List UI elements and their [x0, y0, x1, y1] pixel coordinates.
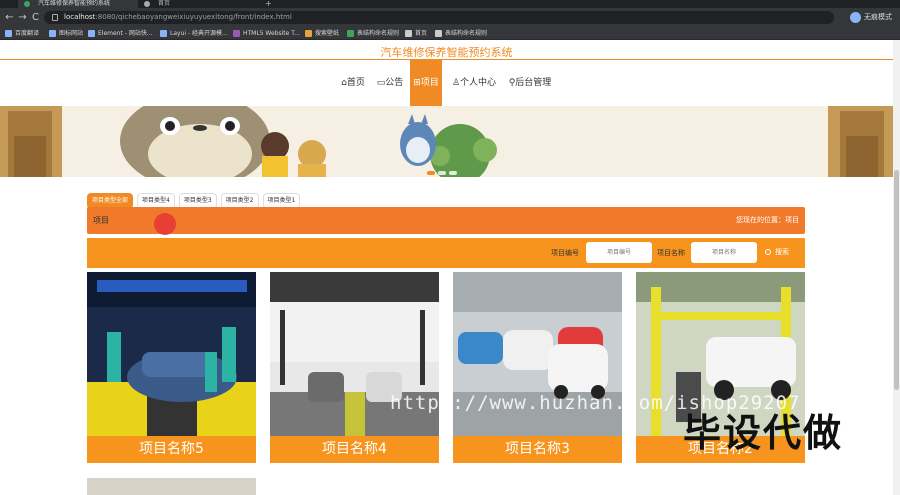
carousel-dots: [427, 160, 460, 177]
bookmark-label: 表结构命名规则: [357, 30, 400, 37]
info-icon: [52, 14, 58, 21]
section-title: 项目: [93, 216, 109, 225]
globe-icon: [144, 1, 150, 7]
bookmark-icon: [347, 30, 354, 37]
project-card[interactable]: [87, 478, 256, 495]
bookmark-label: 首页: [415, 30, 428, 37]
search-button[interactable]: 搜索: [763, 242, 789, 263]
bookmark-item[interactable]: 表结构命名规则: [347, 27, 399, 40]
nav-user-center[interactable]: ♙个人中心: [448, 60, 500, 106]
address-bar-row: ← → C localhost:8080/qichebaoyangweixiuy…: [0, 8, 900, 27]
mouse-cursor-highlight: [154, 213, 176, 235]
project-card[interactable]: 项目名称5: [87, 272, 256, 463]
nav-projects[interactable]: ⊞项目: [410, 60, 442, 106]
url-path: :8080/qichebaoyangweixiuyuyuexitong/fron…: [95, 13, 292, 21]
project-name: 项目名称3: [505, 441, 570, 457]
scrollbar-thumb[interactable]: [894, 170, 899, 390]
globe-icon: [405, 30, 412, 37]
profile-button[interactable]: 无痕模式: [850, 12, 892, 23]
bookmark-icon: [233, 30, 240, 37]
bookmark-item[interactable]: 表结构命名规则: [435, 27, 487, 40]
browser-tab-bar: 汽车维修保养智能预约系统 首页 +: [0, 0, 900, 8]
url-host: localhost: [64, 13, 96, 21]
forward-button[interactable]: →: [17, 12, 28, 23]
bookmark-item[interactable]: Element - 网站快...: [88, 27, 153, 40]
bookmark-label: 搜索壁纸: [315, 30, 340, 37]
carousel-dot[interactable]: [427, 171, 435, 175]
browser-tab[interactable]: 首页: [138, 0, 258, 8]
project-name: 项目名称5: [139, 441, 204, 457]
globe-icon: [435, 30, 442, 37]
bookmark-label: 百度翻译: [15, 30, 40, 37]
bookmark-item[interactable]: HTML5 Website T...: [233, 27, 300, 40]
bookmark-item[interactable]: 百度翻译: [5, 27, 39, 40]
page-scrollbar[interactable]: [893, 40, 900, 495]
carousel-dot[interactable]: [438, 171, 446, 175]
main-nav: ⌂首页 ▭公告 ⊞项目 ♙个人中心 ⚲后台管理: [0, 60, 893, 106]
bookmark-label: 图标网站: [59, 30, 84, 37]
profile-label: 无痕模式: [864, 13, 892, 21]
reload-button[interactable]: C: [30, 12, 41, 23]
new-tab-button[interactable]: +: [262, 0, 276, 8]
watermark-brand: 毕设代做: [683, 411, 844, 455]
url-input[interactable]: localhost:8080/qichebaoyangweixiuyuyuexi…: [44, 11, 834, 24]
location-text: 您现在的位置：项目: [736, 216, 799, 224]
banner-carousel[interactable]: [0, 106, 893, 177]
browser-tab[interactable]: 汽车维修保养智能预约系统: [18, 0, 138, 8]
vue-icon: [24, 1, 30, 7]
category-filter: 项目类型全部 项目类型4 项目类型3 项目类型2 项目类型1: [87, 187, 304, 209]
nav-home[interactable]: ⌂首页: [337, 60, 369, 106]
back-button[interactable]: ←: [4, 12, 15, 23]
bookmark-label: Layui - 经典开源模...: [170, 30, 228, 37]
browser-tab-label: 汽车维修保养智能预约系统: [38, 0, 111, 7]
bookmark-icon: [305, 30, 312, 37]
bookmark-item[interactable]: 图标网站: [49, 27, 83, 40]
search-bar: 项目编号 项目名称 搜索: [87, 238, 805, 268]
bookmark-item[interactable]: Layui - 经典开源模...: [160, 27, 228, 40]
bookmark-icon: [49, 30, 56, 37]
bookmark-item[interactable]: 首页: [405, 27, 427, 40]
breadcrumb: 项目 您现在的位置：项目: [87, 207, 805, 234]
search-label-number: 项目编号: [551, 249, 579, 257]
project-name-input[interactable]: [691, 242, 757, 263]
search-button-label: 搜索: [775, 248, 789, 256]
nav-notice[interactable]: ▭公告: [374, 60, 406, 106]
bookmark-item[interactable]: 搜索壁纸: [305, 27, 339, 40]
project-name: 项目名称4: [322, 441, 387, 457]
bookmark-label: HTML5 Website T...: [243, 30, 300, 37]
bookmark-label: Element - 网站快...: [98, 30, 153, 37]
search-label-name: 项目名称: [657, 249, 685, 257]
project-image: [87, 272, 256, 436]
bookmark-icon: [88, 30, 95, 37]
bookmark-icon: [5, 30, 12, 37]
project-number-input[interactable]: [586, 242, 652, 263]
site-title: 汽车维修保养智能预约系统: [380, 46, 513, 59]
bookmark-label: 表结构命名规则: [445, 30, 488, 37]
page-viewport: 汽车维修保养智能预约系统 ⌂首页 ▭公告 ⊞项目 ♙个人中心 ⚲后台管理 项目类…: [0, 40, 893, 495]
project-card[interactable]: 项目名称3: [453, 272, 622, 463]
avatar-icon: [850, 12, 861, 23]
project-card[interactable]: 项目名称4: [270, 272, 439, 463]
nav-admin[interactable]: ⚲后台管理: [505, 60, 555, 106]
carousel-dot[interactable]: [449, 171, 457, 175]
bookmarks-bar: 百度翻译 图标网站 Element - 网站快... Layui - 经典开源模…: [0, 27, 900, 40]
search-icon: [765, 249, 771, 255]
browser-tab-label: 首页: [158, 0, 171, 7]
bookmark-icon: [160, 30, 167, 37]
